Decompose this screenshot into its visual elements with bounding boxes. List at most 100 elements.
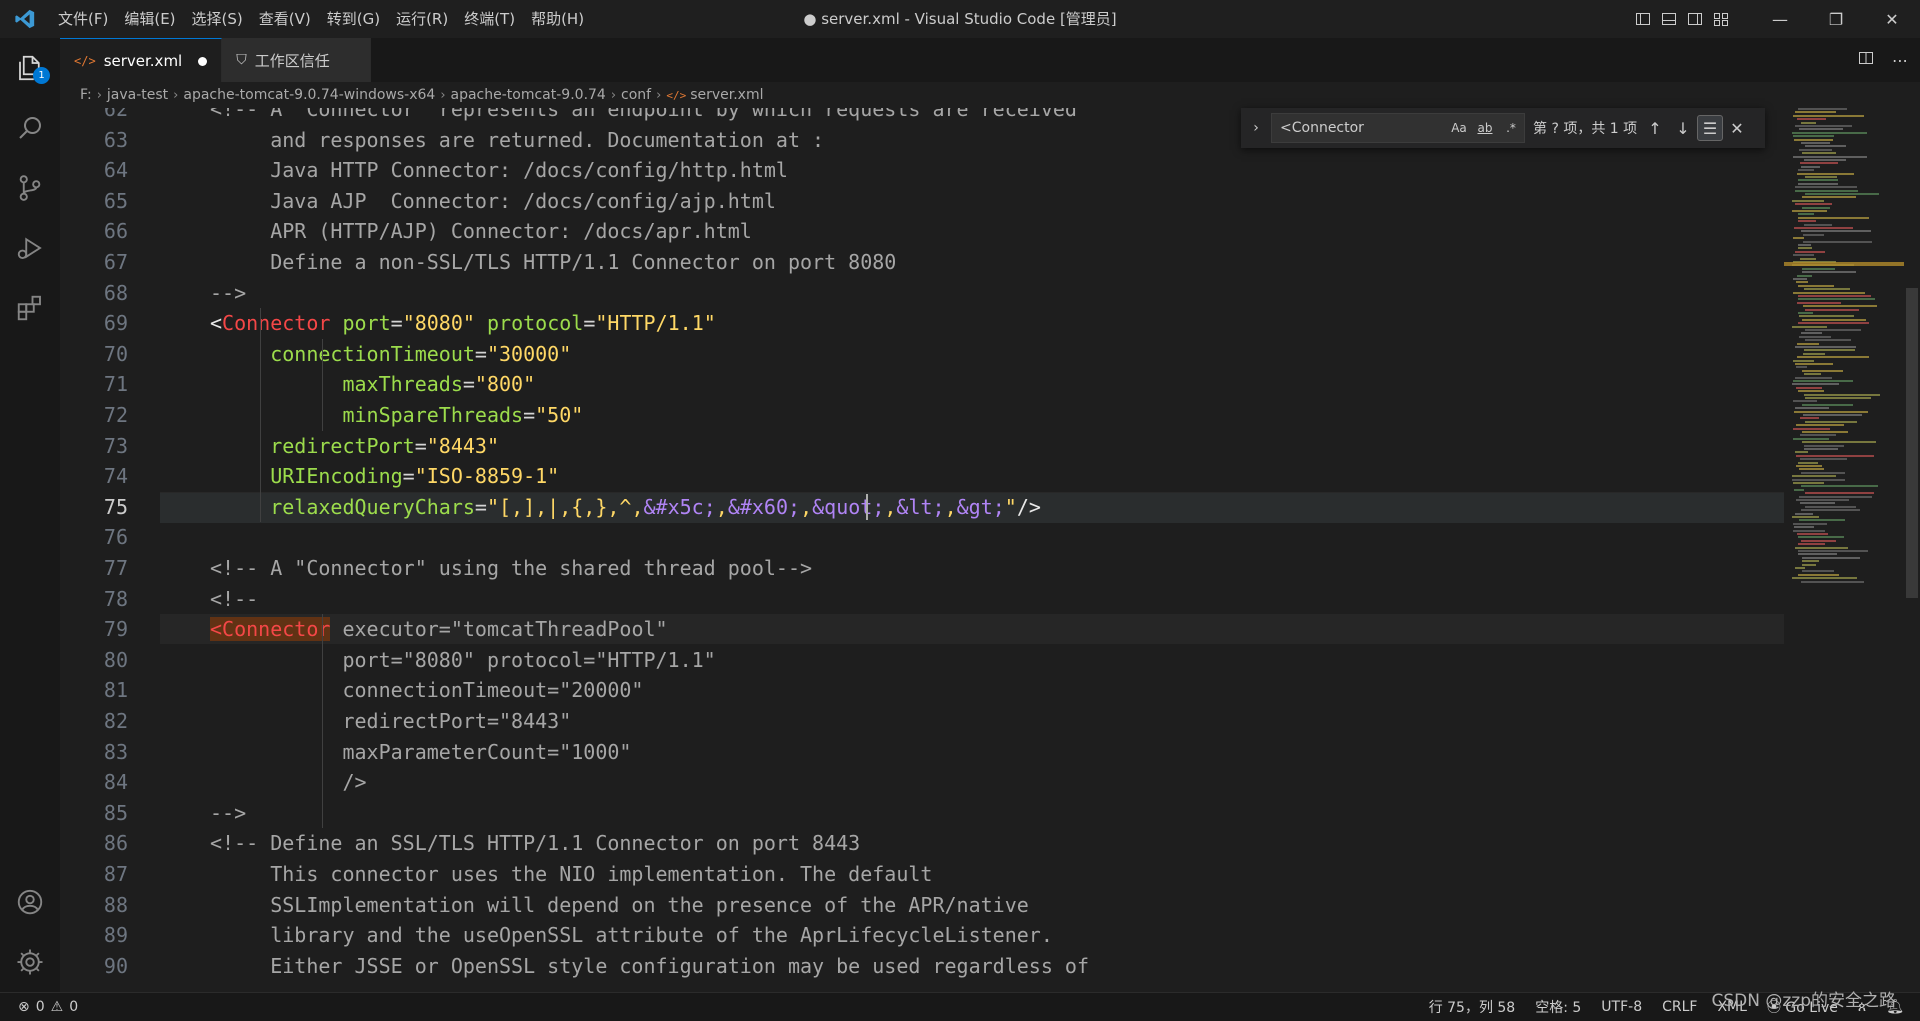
source-control-icon[interactable] <box>0 158 60 218</box>
line-code[interactable]: minSpareThreads="50" <box>210 400 583 430</box>
line-code[interactable]: Java HTTP Connector: /docs/config/http.h… <box>210 155 788 185</box>
code-line[interactable]: 85 --> <box>60 798 1784 828</box>
manage-gear-icon[interactable] <box>0 932 60 992</box>
line-code[interactable]: redirectPort="8443" <box>210 706 571 736</box>
breadcrumb-item[interactable]: apache-tomcat-9.0.74 <box>451 87 606 103</box>
code-line[interactable]: 90 Either JSSE or OpenSSL style configur… <box>60 951 1784 981</box>
tab-workspace-trust[interactable]: ⛉ 工作区信任 <box>222 38 372 82</box>
code-line[interactable]: 87 This connector uses the NIO implement… <box>60 859 1784 889</box>
find-in-selection-icon[interactable]: ☰ <box>1697 115 1723 141</box>
code-line[interactable]: 69 <Connector port="8080" protocol="HTTP/… <box>60 308 1784 338</box>
account-icon[interactable] <box>0 872 60 932</box>
run-debug-icon[interactable] <box>0 218 60 278</box>
menu-terminal[interactable]: 终端(T) <box>456 0 523 38</box>
code-line[interactable]: 81 connectionTimeout="20000" <box>60 675 1784 705</box>
line-code[interactable]: library and the useOpenSSL attribute of … <box>210 920 1053 950</box>
line-code[interactable]: <Connector port="8080" protocol="HTTP/1.… <box>210 308 716 338</box>
code-line[interactable]: 64 Java HTTP Connector: /docs/config/htt… <box>60 155 1784 185</box>
code-line[interactable]: 71 maxThreads="800" <box>60 369 1784 399</box>
line-code[interactable]: --> <box>210 278 246 308</box>
line-code[interactable]: <!-- Define an SSL/TLS HTTP/1.1 Connecto… <box>210 828 860 858</box>
line-code[interactable]: <Connector executor="tomcatThreadPool" <box>210 614 668 644</box>
restore-icon[interactable]: ❐ <box>1808 0 1864 38</box>
find-query[interactable]: <Connector <box>1272 120 1446 136</box>
breadcrumb-item[interactable]: F: <box>80 87 92 103</box>
toggle-panel-icon[interactable] <box>1656 0 1682 38</box>
line-code[interactable]: Java AJP Connector: /docs/config/ajp.htm… <box>210 186 776 216</box>
line-code[interactable]: This connector uses the NIO implementati… <box>210 859 932 889</box>
scrollbar-thumb[interactable] <box>1906 288 1918 598</box>
more-actions-icon[interactable]: ⋯ <box>1892 51 1908 70</box>
close-window-icon[interactable]: ✕ <box>1864 0 1920 38</box>
line-code[interactable]: URIEncoding="ISO-8859-1" <box>210 461 559 491</box>
code-line[interactable]: 67 Define a non-SSL/TLS HTTP/1.1 Connect… <box>60 247 1784 277</box>
line-code[interactable]: relaxedQueryChars="[,],|,{,},^,&#x5c;,&#… <box>210 492 1041 522</box>
breadcrumb-item[interactable]: server.xml <box>690 87 763 103</box>
vertical-scrollbar[interactable] <box>1904 108 1920 992</box>
whole-word-icon[interactable]: ab <box>1472 121 1498 135</box>
line-code[interactable]: Define a non-SSL/TLS HTTP/1.1 Connector … <box>210 247 896 277</box>
code-line[interactable]: 89 library and the useOpenSSL attribute … <box>60 920 1784 950</box>
unsaved-dot-icon[interactable] <box>198 56 208 66</box>
cursor-position[interactable]: 行 75，列 58 <box>1429 997 1516 1017</box>
code-line[interactable]: 66 APR (HTTP/AJP) Connector: /docs/apr.h… <box>60 216 1784 246</box>
line-code[interactable]: maxParameterCount="1000" <box>210 737 631 767</box>
line-code[interactable]: Either JSSE or OpenSSL style configurati… <box>210 951 1089 981</box>
line-code[interactable]: SSLImplementation will depend on the pre… <box>210 890 1029 920</box>
toggle-primary-sidebar-icon[interactable] <box>1630 0 1656 38</box>
line-code[interactable]: and responses are returned. Documentatio… <box>210 125 824 155</box>
code-line[interactable]: 82 redirectPort="8443" <box>60 706 1784 736</box>
code-editor[interactable]: 62 <!-- A "Connector" represents an endpo… <box>60 108 1784 992</box>
toggle-replace-chevron-icon[interactable]: › <box>1247 120 1265 136</box>
code-line[interactable]: 68 --> <box>60 278 1784 308</box>
customize-layout-icon[interactable] <box>1708 0 1734 38</box>
line-ending[interactable]: CRLF <box>1662 999 1697 1015</box>
code-line[interactable]: 83 maxParameterCount="1000" <box>60 737 1784 767</box>
tab-server-xml[interactable]: </> server.xml <box>60 38 223 83</box>
problems-indicator[interactable]: ⊗ 0 ⚠ 0 <box>0 999 78 1015</box>
breadcrumb-item[interactable]: apache-tomcat-9.0.74-windows-x64 <box>183 87 435 103</box>
code-line[interactable]: 76 <box>60 522 1784 552</box>
line-code[interactable]: <!-- <box>210 584 258 614</box>
indentation[interactable]: 空格: 5 <box>1535 997 1581 1017</box>
minimize-icon[interactable]: — <box>1752 0 1808 38</box>
code-line[interactable]: 73 redirectPort="8443" <box>60 431 1784 461</box>
line-code[interactable]: <!-- A "Connector" represents an endpoin… <box>210 108 1077 124</box>
minimap-slider[interactable] <box>1784 262 1904 266</box>
explorer-icon[interactable]: 1 <box>0 38 60 98</box>
regex-icon[interactable]: .* <box>1498 121 1524 135</box>
find-input[interactable]: <Connector Aa ab .* <box>1271 113 1525 143</box>
menu-edit[interactable]: 编辑(E) <box>116 0 183 38</box>
code-line[interactable]: 80 port="8080" protocol="HTTP/1.1" <box>60 645 1784 675</box>
code-line[interactable]: 74 URIEncoding="ISO-8859-1" <box>60 461 1784 491</box>
next-match-arrow-down-icon[interactable]: ↓ <box>1669 114 1697 142</box>
toggle-secondary-sidebar-icon[interactable] <box>1682 0 1708 38</box>
menu-view[interactable]: 查看(V) <box>251 0 319 38</box>
code-line[interactable]: 70 connectionTimeout="30000" <box>60 339 1784 369</box>
menu-selection[interactable]: 选择(S) <box>184 0 251 38</box>
breadcrumb-item[interactable]: conf <box>621 87 651 103</box>
code-line[interactable]: 65 Java AJP Connector: /docs/config/ajp.… <box>60 186 1784 216</box>
code-line[interactable]: 72 minSpareThreads="50" <box>60 400 1784 430</box>
line-code[interactable]: APR (HTTP/AJP) Connector: /docs/apr.html <box>210 216 752 246</box>
line-code[interactable]: port="8080" protocol="HTTP/1.1" <box>210 645 715 675</box>
line-code[interactable]: connectionTimeout="20000" <box>210 675 643 705</box>
code-line[interactable]: 79 <Connector executor="tomcatThreadPool" <box>60 614 1784 645</box>
close-find-icon[interactable]: ✕ <box>1723 114 1751 142</box>
menu-help[interactable]: 帮助(H) <box>523 0 592 38</box>
minimap[interactable] <box>1784 108 1904 992</box>
match-case-icon[interactable]: Aa <box>1446 121 1472 135</box>
code-line[interactable]: 88 SSLImplementation will depend on the … <box>60 890 1784 920</box>
vscode-logo-icon[interactable] <box>0 0 50 38</box>
code-line[interactable]: 84 /> <box>60 767 1784 797</box>
code-line[interactable]: 77 <!-- A "Connector" using the shared th… <box>60 553 1784 583</box>
line-code[interactable]: --> <box>210 798 246 828</box>
line-code[interactable]: maxThreads="800" <box>210 369 535 399</box>
previous-match-arrow-up-icon[interactable]: ↑ <box>1641 114 1669 142</box>
code-line[interactable]: 86 <!-- Define an SSL/TLS HTTP/1.1 Connec… <box>60 828 1784 858</box>
split-editor-icon[interactable] <box>1858 50 1874 70</box>
code-line[interactable]: 78 <!-- <box>60 584 1784 614</box>
extensions-icon[interactable] <box>0 278 60 338</box>
menu-go[interactable]: 转到(G) <box>319 0 388 38</box>
menu-run[interactable]: 运行(R) <box>388 0 456 38</box>
